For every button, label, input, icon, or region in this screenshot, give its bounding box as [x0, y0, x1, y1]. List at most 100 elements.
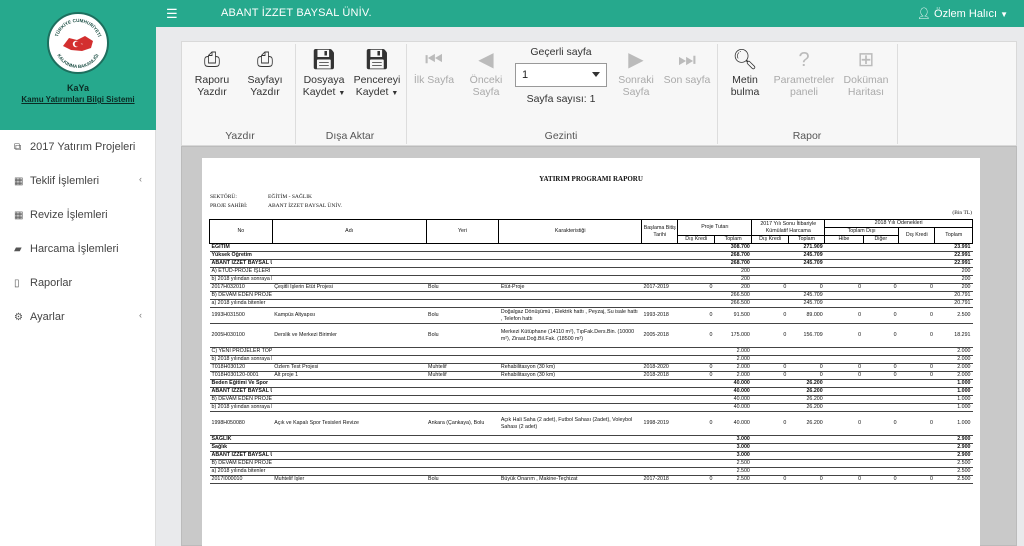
- column-header-foreign-credit: Dış Kredi: [751, 235, 789, 244]
- column-header-total: Toplam: [787, 235, 826, 244]
- table-cell-amt-t: 308.700: [714, 243, 752, 252]
- table-cell-cum-t: [788, 435, 825, 444]
- last-page-icon: ⏭︎: [678, 49, 696, 71]
- table-cell-amt-dk: [677, 347, 715, 356]
- floppy-window-icon: 💾︎: [364, 49, 390, 71]
- table-row: B) DEVAM EDEN PROJELER TOPLAMI 266.500 245…: [209, 291, 973, 300]
- table-cell-cum-t: [788, 443, 825, 452]
- last-page-button[interactable]: ⏭︎ Son sayfa: [662, 42, 712, 86]
- table-row: 2017H032010 Çeşitli İşlerin Etüt Projesi B…: [209, 283, 973, 292]
- toolbar-divider: [406, 44, 407, 144]
- table-cell-amt-dk: [677, 259, 715, 268]
- user-menu[interactable]: 👤︎ Özlem Halıcı ▼: [917, 7, 1008, 20]
- table-cell-od-dk: 0: [898, 307, 935, 324]
- table-cell-cum-t: 245.709: [788, 299, 825, 308]
- save-file-button[interactable]: 💾︎ Dosyaya Kaydet ▼: [298, 42, 350, 98]
- table-cell-name: [272, 243, 427, 252]
- table-cell-place: [426, 291, 499, 300]
- table-cell-amt-t: 40.000: [714, 411, 752, 436]
- table-cell-hibe: 0: [824, 283, 864, 292]
- table-cell-name: [272, 291, 427, 300]
- table-cell-od-t: 23.991: [934, 243, 973, 252]
- table-cell-od-t: 1.000: [934, 395, 973, 404]
- table-cell-hibe: [824, 435, 864, 444]
- table-cell-amt-dk: 0: [677, 283, 715, 292]
- table-cell-cum-dk: [751, 299, 789, 308]
- table-cell-cum-t: 156.709: [788, 323, 825, 348]
- table-cell-name: Çeşitli İşlerin Etüt Projesi: [272, 283, 427, 292]
- table-cell-od-t: 2.000: [934, 363, 973, 372]
- prev-page-button[interactable]: ◀ Önceki Sayfa: [464, 42, 508, 98]
- table-cell-no: SAĞLIK: [209, 435, 273, 444]
- document-map-button[interactable]: ⊞ Doküman Haritası: [840, 42, 892, 98]
- print-report-button[interactable]: ⎙ Raporu Yazdır: [190, 42, 234, 98]
- table-row: A) ETÜD-PROJE İŞLERİ TOPLAMI 200 200: [209, 267, 973, 276]
- printer-page-icon: ⎙: [257, 49, 273, 71]
- table-cell-cum-dk: [751, 347, 789, 356]
- next-page-button[interactable]: ▶ Sonraki Sayfa: [614, 42, 658, 98]
- table-cell-place: [426, 243, 499, 252]
- table-cell-name: Açık ve Kapalı Spor Tesisleri Revize: [272, 411, 427, 436]
- caret-down-icon: [592, 72, 600, 77]
- table-cell-amt-t: 175.000: [714, 323, 752, 348]
- table-cell-no: EĞİTİM: [209, 243, 273, 252]
- table-cell-name: [272, 259, 427, 268]
- table-cell-date: [641, 451, 678, 460]
- table-cell-amt-t: 200: [714, 267, 752, 276]
- question-icon: ?: [798, 49, 810, 71]
- table-cell-od-t: 2.000: [934, 347, 973, 356]
- table-cell-cum-t: 26.200: [788, 379, 825, 388]
- table-cell-cum-dk: [751, 459, 789, 468]
- table-cell-od-t: 2.500: [934, 459, 973, 468]
- table-row: ABANT İZZET BAYSAL ÜNİV. 268.700 245.709 22…: [209, 259, 973, 268]
- caret-down-icon: ▼: [391, 90, 399, 97]
- parameters-panel-label: Parametreler paneli: [773, 74, 835, 98]
- table-cell-date: [641, 387, 678, 396]
- first-page-button[interactable]: ⏮︎ İlk Sayfa: [410, 42, 458, 86]
- table-cell-diger: 0: [863, 323, 899, 348]
- table-cell-no: b) 2018 yılından sonraya kalanlar: [209, 403, 273, 412]
- save-window-button[interactable]: 💾︎ Pencereyi Kaydet ▼: [352, 42, 402, 98]
- sidebar-item-ayarlar[interactable]: ⚙ Ayarlar ‹: [0, 300, 156, 334]
- table-cell-diger: [863, 443, 899, 452]
- table-cell-amt-t: 2.500: [714, 475, 752, 484]
- sidebar-item-teklif-islemleri[interactable]: ▦ Teklif İşlemleri ‹: [0, 164, 156, 198]
- sidebar-item-yatirim-projeleri[interactable]: ⧉ 2017 Yatırım Projeleri: [0, 130, 156, 164]
- current-page-select[interactable]: 1: [515, 63, 607, 87]
- hamburger-menu-icon[interactable]: ☰: [166, 6, 178, 22]
- parameters-panel-button[interactable]: ? Parametreler paneli: [772, 42, 836, 98]
- chevron-left-icon: ‹: [139, 310, 142, 320]
- sidebar-item-raporlar[interactable]: ▯ Raporlar: [0, 266, 156, 300]
- table-cell-no: Yüksek Öğretim: [209, 251, 273, 260]
- table-cell-date: [641, 267, 678, 276]
- sidebar-item-harcama-islemleri[interactable]: ▰ Harcama İşlemleri: [0, 232, 156, 266]
- table-cell-hibe: [824, 395, 864, 404]
- print-page-button[interactable]: ⎙ Sayfayı Yazdır: [240, 42, 290, 98]
- page-title: ABANT İZZET BAYSAL ÜNİV.: [221, 7, 372, 19]
- table-cell-date: [641, 243, 678, 252]
- table-cell-place: Muhtelif: [426, 363, 499, 372]
- table-cell-hibe: [824, 275, 864, 284]
- table-icon: ▦: [14, 175, 24, 187]
- column-header-project-amount: Proje Tutarı: [677, 219, 753, 236]
- find-text-button[interactable]: 🔍︎ Metin bulma: [722, 42, 768, 98]
- table-cell-amt-dk: [677, 443, 715, 452]
- table-cell-cum-t: 245.709: [788, 259, 825, 268]
- user-name: Özlem Halıcı: [934, 8, 998, 20]
- table-cell-amt-dk: [677, 267, 715, 276]
- table-cell-od-dk: [898, 467, 935, 476]
- table-cell-name: [272, 467, 427, 476]
- sidebar-item-revize-islemleri[interactable]: ▦ Revize İşlemleri: [0, 198, 156, 232]
- table-cell-date: [641, 299, 678, 308]
- table-cell-char: [498, 387, 642, 396]
- table-cell-place: [426, 451, 499, 460]
- table-cell-amt-dk: [677, 299, 715, 308]
- table-cell-cum-t: 0: [788, 363, 825, 372]
- table-cell-od-t: 22.991: [934, 251, 973, 260]
- last-page-label: Son sayfa: [663, 74, 711, 86]
- current-page-label: Geçerli sayfa: [530, 46, 592, 58]
- table-cell-char: [498, 347, 642, 356]
- table-cell-amt-t: 40.000: [714, 387, 752, 396]
- column-header-other: Diğer: [862, 235, 900, 244]
- table-cell-char: [498, 299, 642, 308]
